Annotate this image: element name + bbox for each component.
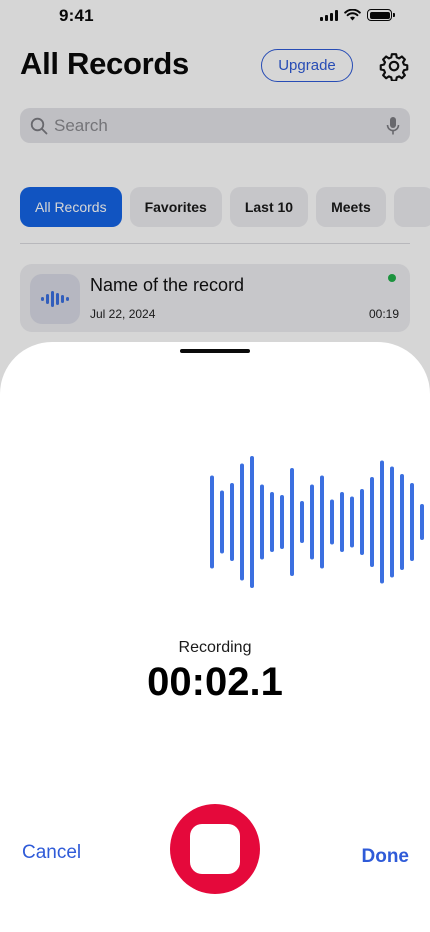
waveform-bar — [280, 495, 284, 549]
waveform-bar — [390, 466, 394, 578]
waveform-bar — [400, 474, 404, 570]
recording-waveform — [210, 456, 424, 588]
waveform-bar — [380, 460, 384, 584]
waveform-bar — [290, 468, 294, 576]
waveform-bar — [230, 483, 234, 561]
recording-status-label: Recording — [178, 639, 252, 656]
waveform-bar — [360, 489, 364, 555]
stop-icon — [190, 824, 240, 874]
home-indicator — [145, 919, 285, 924]
waveform-bar — [320, 475, 324, 569]
waveform-bar — [410, 483, 414, 561]
waveform-bar — [220, 490, 224, 554]
waveform-bar — [250, 456, 254, 588]
waveform-bar — [310, 484, 314, 560]
recording-sheet: Recording 00:02.1 Cancel Done — [0, 342, 430, 932]
done-button[interactable]: Done — [362, 846, 410, 868]
waveform-bar — [260, 484, 264, 560]
waveform-bar — [330, 499, 334, 545]
waveform-bar — [370, 477, 374, 567]
waveform-bar — [210, 475, 214, 569]
cancel-button[interactable]: Cancel — [22, 842, 81, 864]
sheet-grabber[interactable] — [180, 349, 250, 353]
waveform-bar — [340, 492, 344, 552]
waveform-bar — [300, 501, 304, 543]
waveform-bar — [350, 496, 354, 548]
stop-recording-button[interactable] — [170, 804, 260, 894]
waveform-bar — [240, 463, 244, 581]
recording-timer: 00:02.1 — [147, 660, 283, 704]
waveform-bar — [270, 492, 274, 552]
waveform-bar — [420, 504, 424, 540]
